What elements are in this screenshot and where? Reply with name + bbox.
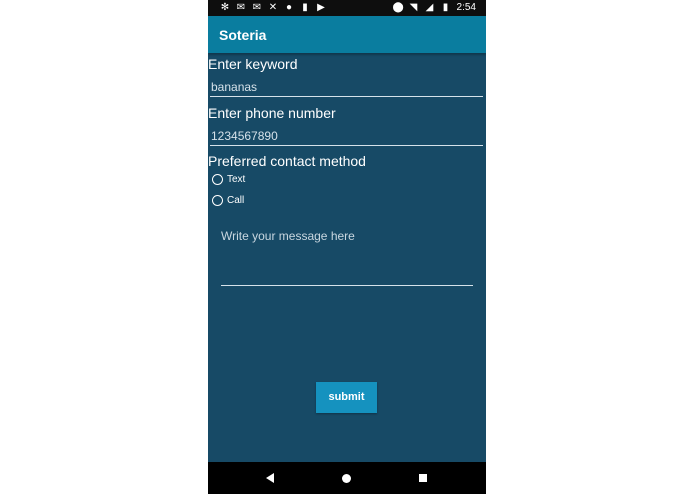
play-store-icon: ▶ (317, 2, 325, 13)
radio-call[interactable]: Call (212, 195, 244, 206)
wifi-icon: ◥ (409, 2, 418, 13)
location-icon: ⬤ (392, 2, 404, 13)
message-input[interactable]: Write your message here (221, 224, 473, 286)
recents-icon[interactable] (419, 474, 427, 482)
radio-text-label: Text (227, 174, 246, 185)
app-bar: Soteria (208, 16, 486, 53)
phone-label: Enter phone number (208, 105, 336, 121)
radio-call-label: Call (227, 195, 245, 206)
home-icon[interactable] (342, 474, 351, 483)
gmail-icon: ✉ (252, 2, 262, 13)
gmail-icon: ✉ (236, 2, 246, 13)
circle-icon: ● (285, 2, 293, 13)
contact-method-label: Preferred contact method (208, 153, 366, 169)
missed-call-icon: ✕ (268, 2, 278, 13)
status-bar: ✻ ✉ ✉ ✕ ● ▮ ▶ ⬤ ◥ ◢ ▮ 2:54 (208, 0, 486, 16)
radio-text[interactable]: Text (212, 174, 245, 185)
status-time: 2:54 (456, 2, 476, 13)
sd-card-icon: ▮ (302, 2, 308, 13)
status-right-icons: ⬤ ◥ ◢ ▮ 2:54 (393, 2, 476, 14)
battery-icon: ▮ (442, 2, 449, 13)
keyword-label: Enter keyword (208, 56, 298, 72)
app-title: Soteria (219, 27, 267, 43)
radio-button[interactable] (212, 195, 223, 206)
gear-icon: ✻ (220, 2, 230, 13)
back-icon[interactable] (266, 473, 274, 483)
nav-bar (208, 462, 486, 494)
signal-icon: ◢ (425, 2, 434, 13)
phone-input[interactable]: 1234567890 (210, 126, 483, 146)
radio-button[interactable] (212, 174, 223, 185)
submit-button[interactable]: submit (316, 382, 377, 413)
status-left-icons: ✻ ✉ ✉ ✕ ● ▮ ▶ (220, 2, 326, 14)
app-screen: ✻ ✉ ✉ ✕ ● ▮ ▶ ⬤ ◥ ◢ ▮ 2:54 Soteria Enter… (208, 0, 486, 494)
keyword-input[interactable]: bananas (210, 77, 483, 97)
